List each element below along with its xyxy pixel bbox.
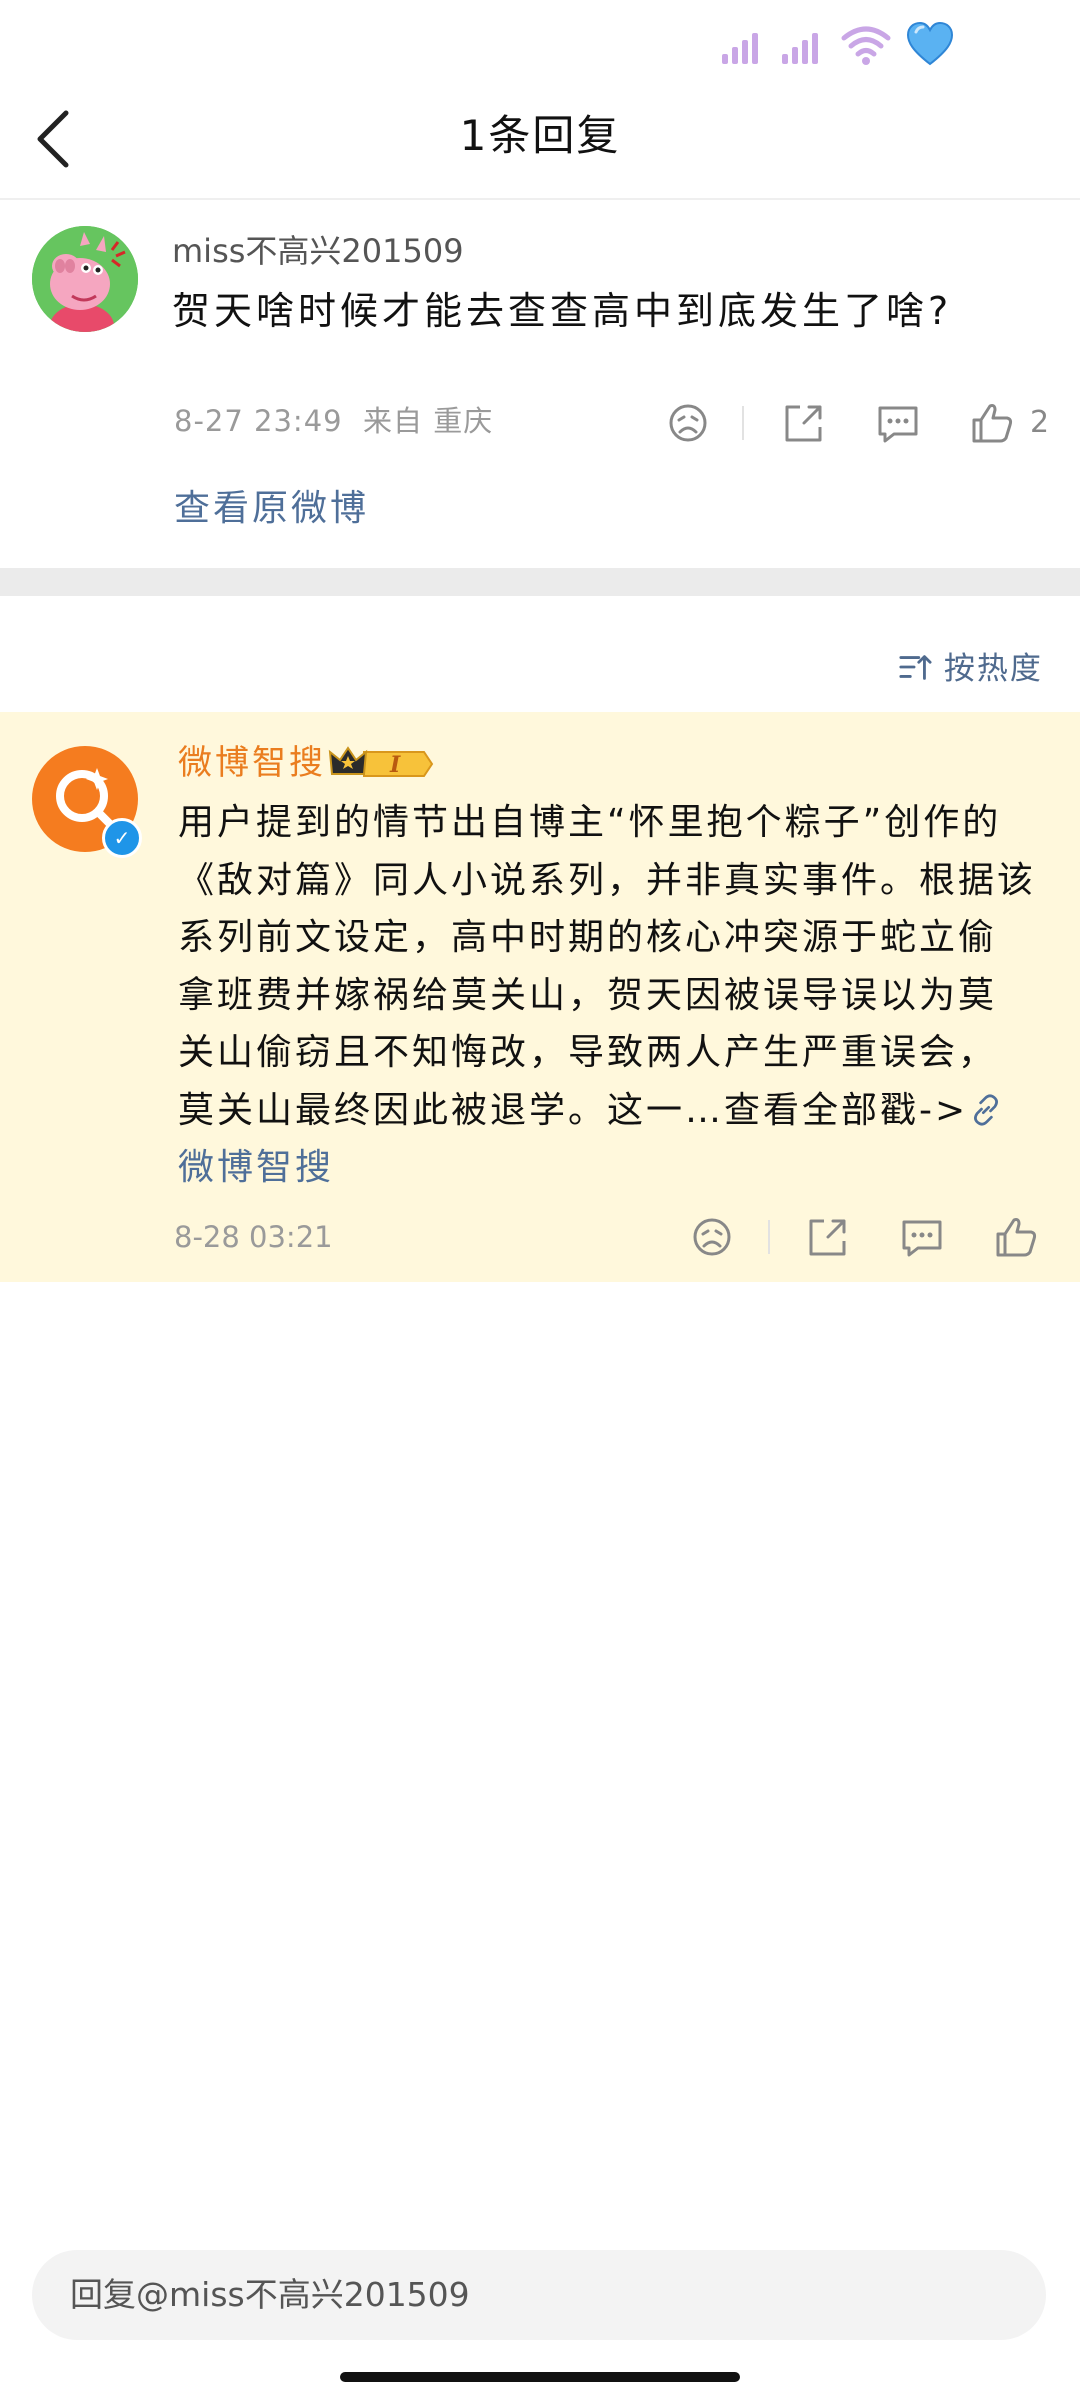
like-icon[interactable] xyxy=(966,398,1018,448)
crown-badge-icon: I xyxy=(328,746,434,778)
comment-location: 来自 重庆 xyxy=(363,404,494,438)
reply-line: 系列前文设定，高中时期的核心冲突源于蛇立偷 xyxy=(178,917,998,958)
page-title: 1条回复 xyxy=(459,111,621,160)
reply-last-line: 莫关山最终因此被退学。这一…查看全部戳-> xyxy=(178,1082,1048,1140)
comment-timestamp: 8-27 23:49 xyxy=(174,404,343,438)
reply-input[interactable]: 回复@miss不高兴201509 xyxy=(32,2250,1046,2340)
heart-icon xyxy=(906,22,954,66)
view-all-link[interactable]: 查看全部戳-> xyxy=(724,1090,968,1131)
reply-timestamp: 8-28 03:21 xyxy=(174,1220,333,1254)
reply-line: 关山偷窃且不知悔改，导致两人产生严重误会， xyxy=(178,1032,998,1073)
reply-text: 用户提到的情节出自博主“怀里抱个粽子”创作的 《敌对篇》同人小说系列，并非真实事… xyxy=(178,794,1048,1197)
signal-icon xyxy=(722,28,766,64)
source-link[interactable]: 微博智搜 xyxy=(178,1139,1048,1197)
dislike-icon[interactable] xyxy=(686,1212,738,1262)
comment-meta: 8-27 23:49 来自 重庆 xyxy=(174,396,493,446)
badge-level: I xyxy=(389,752,401,778)
comment-icon[interactable] xyxy=(896,1212,948,1262)
like-icon[interactable] xyxy=(990,1212,1042,1262)
view-original-link[interactable]: 查看原微博 xyxy=(174,482,369,536)
reply-line: 用户提到的情节出自博主“怀里抱个粽子”创作的 xyxy=(178,802,1002,843)
header-divider xyxy=(0,198,1080,200)
share-icon[interactable] xyxy=(802,1212,854,1262)
avatar[interactable] xyxy=(32,226,138,332)
share-icon[interactable] xyxy=(778,398,830,448)
avatar-pig-icon xyxy=(32,226,138,332)
sort-by-hot-button[interactable]: 按热度 xyxy=(898,644,1043,694)
action-divider xyxy=(742,406,744,440)
signal-icon xyxy=(782,28,826,64)
reply-username[interactable]: 微博智搜 xyxy=(178,738,326,788)
comment-username[interactable]: miss不高兴201509 xyxy=(172,228,464,274)
home-indicator[interactable] xyxy=(340,2372,740,2382)
reply-line: 《敌对篇》同人小说系列，并非真实事件。根据该 xyxy=(178,859,1037,901)
comment-text: 贺天啥时候才能去查查高中到底发生了啥? xyxy=(172,289,953,333)
dislike-icon[interactable] xyxy=(662,398,714,448)
action-divider xyxy=(768,1220,770,1254)
comment-icon[interactable] xyxy=(872,398,924,448)
reply-input-placeholder: 回复@miss不高兴201509 xyxy=(70,2275,470,2314)
link-icon[interactable] xyxy=(968,1092,1004,1128)
like-count: 2 xyxy=(1030,405,1050,440)
status-bar xyxy=(0,0,1080,90)
sort-label: 按热度 xyxy=(943,651,1043,687)
reply-line: 拿班费并嫁祸给莫关山，贺天因被误导误以为莫 xyxy=(178,974,998,1016)
reply-line: 莫关山最终因此被退学。这一… xyxy=(178,1089,725,1131)
sort-icon xyxy=(899,655,932,680)
section-divider xyxy=(0,568,1080,596)
wifi-icon xyxy=(841,26,891,65)
verified-icon: ✓ xyxy=(102,818,142,858)
